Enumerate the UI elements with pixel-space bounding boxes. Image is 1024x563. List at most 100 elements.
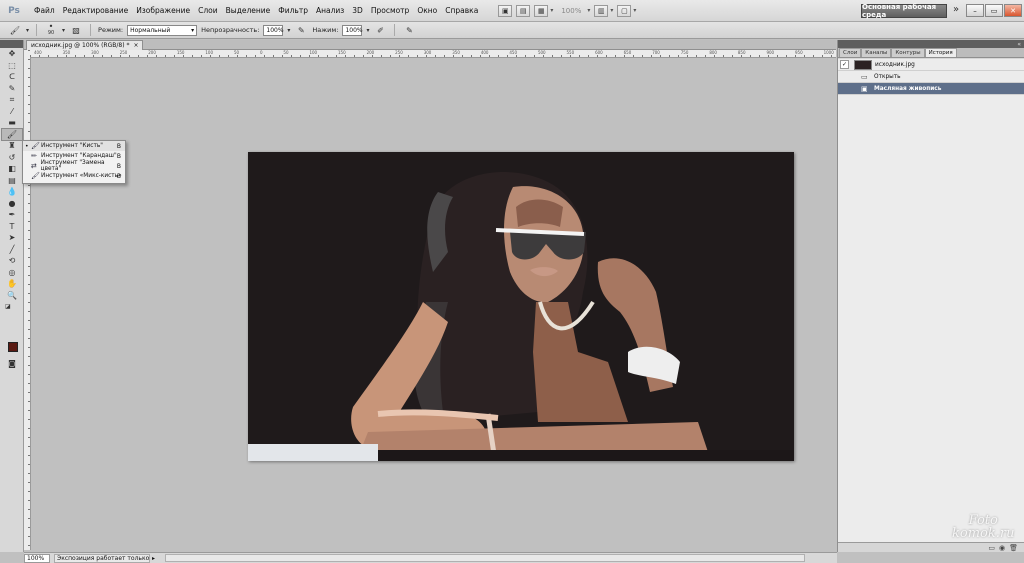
zoom-level[interactable]: 100%: [557, 7, 585, 15]
brush-panel-toggle-icon[interactable]: ▧: [69, 24, 83, 37]
mode-select[interactable]: Нормальный ▾: [127, 24, 198, 36]
menu-image[interactable]: Изображение: [132, 6, 194, 15]
3d-orbit-tool-icon[interactable]: ◎: [2, 267, 22, 279]
chevron-down-icon[interactable]: ▾: [587, 7, 590, 14]
marquee-tool-icon[interactable]: ⬚: [2, 60, 22, 72]
clone-stamp-tool-icon[interactable]: ♜: [2, 140, 22, 152]
ruler-tick-label: 100: [205, 50, 214, 55]
menu-3d[interactable]: 3D: [348, 6, 367, 15]
blur-tool-icon[interactable]: 💧: [2, 186, 22, 198]
history-source-checkbox[interactable]: ✓: [840, 60, 849, 69]
panel-group-header[interactable]: «: [838, 40, 1024, 48]
dodge-tool-icon[interactable]: ●: [2, 198, 22, 210]
history-source-checkbox[interactable]: [840, 84, 849, 93]
workspace-switcher-button[interactable]: Основная рабочая среда: [861, 3, 947, 19]
chevron-down-icon[interactable]: ▾: [610, 7, 613, 14]
panel-tabs: Слои Каналы Контуры История: [838, 48, 1024, 58]
document-tab[interactable]: исходник.jpg @ 100% (RGB/8) * ×: [26, 40, 144, 50]
application-bar-tools: ▣ ▤ ▦ ▾ 100% ▾ ▥ ▾ ▢ ▾: [498, 4, 636, 17]
tools-panel-header[interactable]: [0, 40, 23, 48]
extras-button[interactable]: ▦: [534, 4, 549, 17]
airbrush-icon[interactable]: ✐: [373, 24, 387, 37]
tab-layers[interactable]: Слои: [839, 48, 862, 57]
shape-tool-icon[interactable]: ╱: [2, 244, 22, 256]
launch-minibridge-button[interactable]: ▤: [516, 4, 531, 17]
brush-size-picker[interactable]: • 90: [44, 23, 58, 37]
gradient-tool-icon[interactable]: ▤: [2, 175, 22, 187]
flyout-item-mixer-brush[interactable]: 🖌 Инструмент «Микс-кисть» B: [23, 171, 125, 181]
lasso-tool-icon[interactable]: ᑕ: [2, 71, 22, 83]
tab-history[interactable]: История: [924, 48, 957, 57]
history-snapshot[interactable]: ✓ исходник.jpg: [838, 59, 1024, 71]
eyedropper-tool-icon[interactable]: ⁄: [2, 106, 22, 118]
status-zoom-input[interactable]: 100%: [24, 553, 50, 563]
maximize-button[interactable]: ▭: [985, 4, 1003, 17]
arrange-documents-button[interactable]: ▥: [594, 4, 609, 17]
minimize-button[interactable]: –: [966, 4, 984, 17]
ruler-tick-label: 700: [652, 50, 660, 55]
menu-layers[interactable]: Слои: [194, 6, 222, 15]
brush-tool-icon[interactable]: 🖌: [1, 127, 23, 141]
close-button[interactable]: ✕: [1004, 4, 1022, 17]
menu-window[interactable]: Окно: [413, 6, 441, 15]
status-info[interactable]: Экспозиция работает только в ...: [54, 553, 150, 563]
flyout-item-color-replacement[interactable]: ⇄ Инструмент "Замена цвета" B: [23, 160, 125, 172]
ruler-tick-label: 850: [737, 50, 746, 55]
chevron-down-icon[interactable]: ▾: [26, 27, 29, 34]
move-tool-icon[interactable]: ✥: [2, 48, 22, 60]
close-tab-icon[interactable]: ×: [133, 42, 138, 49]
chevron-down-icon[interactable]: ▾: [287, 27, 290, 34]
chevron-down-icon[interactable]: ▾: [550, 7, 553, 14]
type-tool-icon[interactable]: T: [2, 221, 22, 233]
document-image[interactable]: [248, 152, 794, 461]
chevron-down-icon[interactable]: ▾: [62, 27, 65, 34]
history-brush-tool-icon[interactable]: ↺: [2, 152, 22, 164]
3d-rotate-tool-icon[interactable]: ⟲: [2, 255, 22, 267]
history-source-checkbox[interactable]: [840, 72, 849, 81]
menu-view[interactable]: Просмотр: [367, 6, 414, 15]
brush-preset-icon[interactable]: 🖌: [8, 24, 22, 37]
tab-paths[interactable]: Контуры: [891, 48, 925, 57]
hand-tool-icon[interactable]: ✋: [2, 278, 22, 290]
flyout-item-brush[interactable]: • 🖌 Инструмент "Кисть" B: [23, 141, 125, 151]
menu-file[interactable]: Файл: [30, 6, 59, 15]
chevron-down-icon[interactable]: ▾: [366, 27, 369, 34]
path-selection-tool-icon[interactable]: ➤: [2, 232, 22, 244]
horizontal-scrollbar[interactable]: [165, 554, 806, 562]
opacity-input[interactable]: 100%: [263, 24, 284, 36]
launch-bridge-button[interactable]: ▣: [498, 4, 513, 17]
healing-brush-tool-icon[interactable]: ▬: [2, 117, 22, 129]
quick-mask-icon[interactable]: ◙: [2, 358, 22, 370]
camera-icon[interactable]: ◉: [999, 544, 1005, 552]
shortcut-key: B: [116, 172, 121, 180]
ruler-tick-label: 550: [566, 50, 575, 55]
quick-selection-tool-icon[interactable]: ✎: [2, 83, 22, 95]
menu-select[interactable]: Выделение: [222, 6, 275, 15]
tablet-pressure-opacity-icon[interactable]: ✎: [294, 24, 308, 37]
menu-analysis[interactable]: Анализ: [312, 6, 348, 15]
history-step-oil-paint[interactable]: ▣ Масляная живопись: [838, 83, 1024, 95]
vertical-ruler[interactable]: [24, 50, 31, 550]
more-workspaces-button[interactable]: »: [953, 4, 959, 15]
crop-tool-icon[interactable]: ⌗: [2, 94, 22, 106]
history-step-open[interactable]: ▭ Открыть: [838, 71, 1024, 83]
menu-edit[interactable]: Редактирование: [59, 6, 132, 15]
new-document-from-state-icon[interactable]: ▭: [988, 544, 995, 552]
eraser-tool-icon[interactable]: ◧: [2, 163, 22, 175]
chevron-down-icon[interactable]: ▾: [633, 7, 636, 14]
divider: [394, 24, 396, 36]
ruler-tick-label: 500: [537, 50, 546, 55]
screen-mode-button[interactable]: ▢: [617, 4, 632, 17]
pressure-input[interactable]: 100%: [342, 24, 363, 36]
tab-channels[interactable]: Каналы: [861, 48, 892, 57]
default-colors-icon[interactable]: ◪: [2, 301, 22, 313]
menu-filter[interactable]: Фильтр: [274, 6, 312, 15]
menu-help[interactable]: Справка: [441, 6, 482, 15]
tablet-pressure-size-icon[interactable]: ✎: [402, 24, 416, 37]
collapse-panel-icon[interactable]: «: [1017, 41, 1021, 48]
zoom-tool-icon[interactable]: 🔍: [2, 290, 22, 302]
pen-tool-icon[interactable]: ✒: [2, 209, 22, 221]
trash-icon[interactable]: 🗑: [1009, 544, 1018, 552]
foreground-color-swatch[interactable]: [8, 342, 18, 352]
chevron-right-icon[interactable]: ▸: [152, 555, 155, 562]
